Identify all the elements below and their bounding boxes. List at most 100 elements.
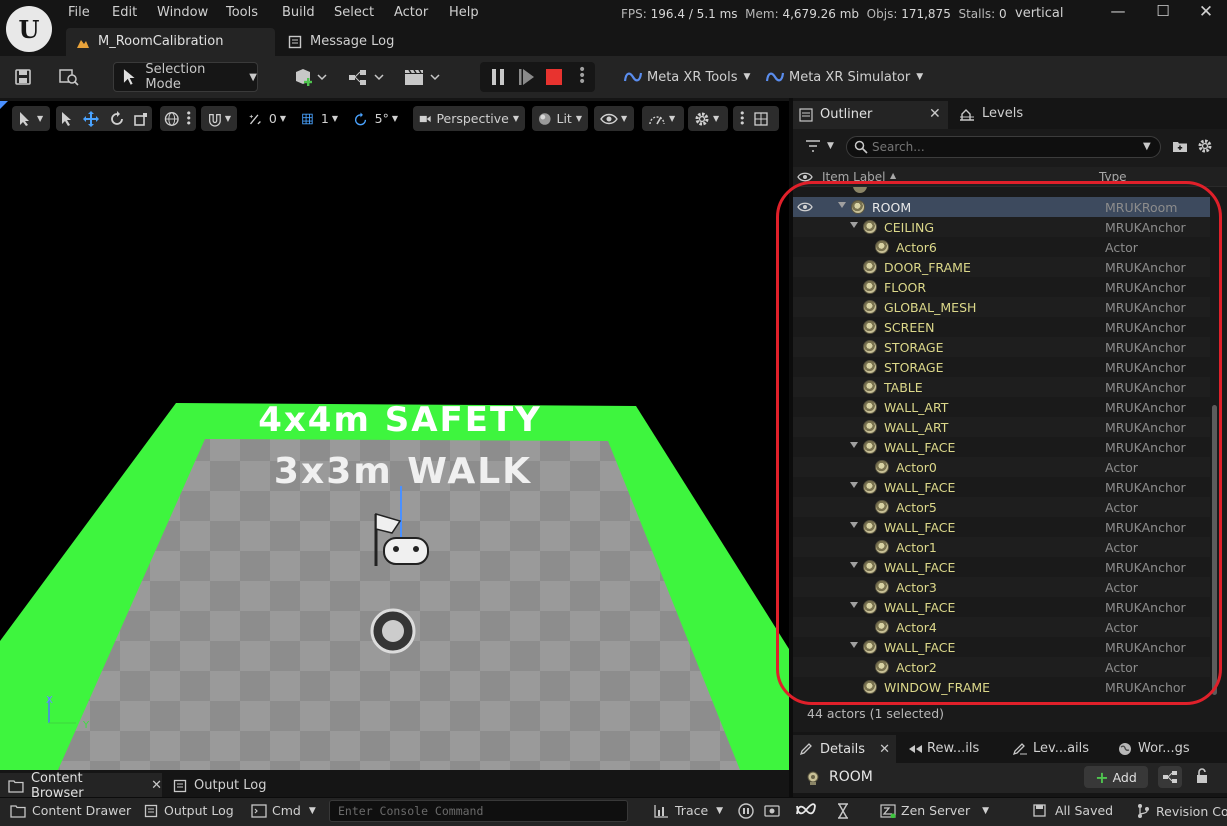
- filter-button[interactable]: ▼: [805, 139, 834, 153]
- outliner-row[interactable]: CEILING MRUKAnchor: [793, 217, 1210, 237]
- outliner-row[interactable]: WALL_FACE MRUKAnchor: [793, 477, 1210, 497]
- more-options-icon[interactable]: • • •: [186, 108, 193, 129]
- menu-build[interactable]: Build: [282, 5, 315, 20]
- eye-icon[interactable]: [797, 172, 813, 182]
- blueprint-convert-button[interactable]: [1158, 766, 1182, 788]
- expand-arrow-icon[interactable]: [850, 442, 858, 448]
- meta-xr-tools-button[interactable]: Meta XR Tools ▼: [623, 63, 750, 91]
- menu-help[interactable]: Help: [449, 5, 479, 20]
- outliner-row[interactable]: TABLE MRUKAnchor: [793, 377, 1210, 397]
- menu-tools[interactable]: Tools: [226, 5, 258, 20]
- outliner-row[interactable]: WALL_ART MRUKAnchor: [793, 397, 1210, 417]
- move-tool-icon[interactable]: [83, 110, 100, 127]
- screenshot-button[interactable]: [764, 803, 780, 817]
- performance-dropdown[interactable]: ▼: [642, 106, 684, 131]
- coordinate-system-button[interactable]: • • •: [160, 106, 196, 131]
- outliner-row-actor[interactable]: Actor6 Actor: [793, 237, 1210, 257]
- content-browser-tab[interactable]: Content Browser ✕: [0, 771, 162, 801]
- outliner-row[interactable]: WALL_FACE MRUKAnchor: [793, 437, 1210, 457]
- outliner-row[interactable]: WINDOW_FRAME MRUKAnchor: [793, 677, 1210, 697]
- details-tab[interactable]: Details ✕: [793, 735, 896, 763]
- expand-arrow-icon[interactable]: [850, 562, 858, 568]
- outliner-row[interactable]: FLOOR MRUKAnchor: [793, 277, 1210, 297]
- transform-tools-dropdown[interactable]: ▼: [12, 106, 50, 131]
- menu-file[interactable]: File: [68, 5, 90, 20]
- outliner-row-actor[interactable]: Actor0 Actor: [793, 457, 1210, 477]
- outliner-row[interactable]: WALL_FACE MRUKAnchor: [793, 637, 1210, 657]
- maximize-button[interactable]: ☐: [1148, 2, 1178, 24]
- advance-frame-button[interactable]: [518, 68, 536, 86]
- sky-light-icon[interactable]: [370, 608, 416, 654]
- close-tab-icon[interactable]: ✕: [929, 106, 941, 122]
- content-drawer-button[interactable]: Content Drawer: [10, 803, 131, 818]
- outliner-row[interactable]: WALL_FACE MRUKAnchor: [793, 557, 1210, 577]
- output-log-tab[interactable]: Output Log: [173, 778, 267, 793]
- show-flags-dropdown[interactable]: ▼: [594, 106, 634, 131]
- outliner-row[interactable]: GLOBAL_MESH MRUKAnchor: [793, 297, 1210, 317]
- column-type[interactable]: Type: [1099, 170, 1127, 184]
- outliner-row[interactable]: STORAGE MRUKAnchor: [793, 337, 1210, 357]
- selection-mode-dropdown[interactable]: Selection Mode ▼: [113, 62, 258, 92]
- console-input[interactable]: [330, 801, 627, 821]
- save-button[interactable]: [14, 63, 40, 91]
- perspective-dropdown[interactable]: Perspective ▼: [413, 106, 525, 131]
- outliner-row[interactable]: WALL_ART MRUKAnchor: [793, 417, 1210, 437]
- rewind-details-tab[interactable]: Rew...ils: [907, 741, 979, 756]
- surface-snapping-button[interactable]: ▼: [201, 106, 237, 131]
- outliner-tab[interactable]: Outliner ✕: [793, 101, 948, 129]
- panel-splitter[interactable]: [789, 98, 793, 798]
- search-input[interactable]: [872, 137, 1132, 157]
- column-item-label[interactable]: Item Label: [822, 170, 886, 184]
- levels-tab[interactable]: Levels: [959, 106, 1023, 121]
- outliner-row[interactable]: WALL_FACE MRUKAnchor: [793, 517, 1210, 537]
- translate-snap-button[interactable]: 0 ▼: [242, 106, 292, 131]
- stop-button[interactable]: [546, 69, 562, 85]
- viewport-settings-dropdown[interactable]: ▼: [688, 106, 728, 131]
- layout-button[interactable]: • • •: [733, 106, 779, 131]
- outliner-row[interactable]: ROOM MRUKRoom: [793, 197, 1210, 217]
- revision-control-button[interactable]: Revision Control: [1136, 803, 1227, 819]
- grid-snap-button[interactable]: 1 ▼: [296, 106, 344, 131]
- outliner-row-actor[interactable]: Actor1 Actor: [793, 537, 1210, 557]
- chevron-down-icon[interactable]: ▼: [1143, 141, 1151, 152]
- outliner-row[interactable]: SCREEN MRUKAnchor: [793, 317, 1210, 337]
- lock-button[interactable]: [1195, 768, 1209, 788]
- menu-window[interactable]: Window: [157, 5, 208, 20]
- rotate-tool-icon[interactable]: [109, 110, 125, 127]
- outliner-scrollbar[interactable]: [1212, 405, 1217, 695]
- visibility-eye-icon[interactable]: [797, 202, 813, 212]
- outliner-settings-button[interactable]: [1197, 138, 1213, 158]
- outliner-row-actor[interactable]: Actor3 Actor: [793, 577, 1210, 597]
- all-saved-button[interactable]: All Saved: [1032, 803, 1113, 818]
- more-options-icon[interactable]: • • •: [578, 63, 586, 89]
- browse-button[interactable]: [58, 63, 86, 91]
- rotation-snap-button[interactable]: 5° ▼: [348, 106, 404, 131]
- add-component-button[interactable]: + Add: [1084, 766, 1148, 788]
- close-tab-icon[interactable]: ✕: [879, 742, 890, 757]
- trace-dropdown[interactable]: Trace ▼: [653, 803, 723, 818]
- minimize-button[interactable]: —: [1103, 2, 1133, 24]
- expand-arrow-icon[interactable]: [838, 202, 846, 208]
- pause-button[interactable]: [490, 68, 506, 86]
- selected-object-name[interactable]: ROOM: [829, 769, 873, 785]
- expand-arrow-icon[interactable]: [850, 522, 858, 528]
- menu-actor[interactable]: Actor: [394, 5, 428, 20]
- close-window-button[interactable]: ✕: [1191, 2, 1221, 24]
- cmd-dropdown[interactable]: Cmd ▼: [251, 803, 316, 818]
- expand-arrow-icon[interactable]: [850, 602, 858, 608]
- close-tab-icon[interactable]: ✕: [151, 778, 162, 793]
- output-log-button[interactable]: Output Log: [144, 803, 234, 818]
- world-settings-tab[interactable]: Wor...gs: [1118, 741, 1190, 756]
- outliner-row[interactable]: WALL_FACE MRUKAnchor: [793, 597, 1210, 617]
- menu-select[interactable]: Select: [334, 5, 374, 20]
- outliner-search[interactable]: ▼: [846, 136, 1161, 158]
- outliner-row[interactable]: STORAGE MRUKAnchor: [793, 357, 1210, 377]
- meta-status-button[interactable]: [795, 803, 817, 817]
- zen-server-dropdown[interactable]: Zen Server ▼: [880, 803, 989, 818]
- console-command-field[interactable]: [329, 800, 628, 822]
- outliner-row[interactable]: DOOR_FRAME MRUKAnchor: [793, 257, 1210, 277]
- expand-arrow-icon[interactable]: [850, 642, 858, 648]
- level-details-tab[interactable]: Lev...ails: [1012, 741, 1089, 756]
- view-mode-dropdown[interactable]: Lit ▼: [532, 106, 588, 131]
- select-tool-icon[interactable]: [60, 111, 74, 127]
